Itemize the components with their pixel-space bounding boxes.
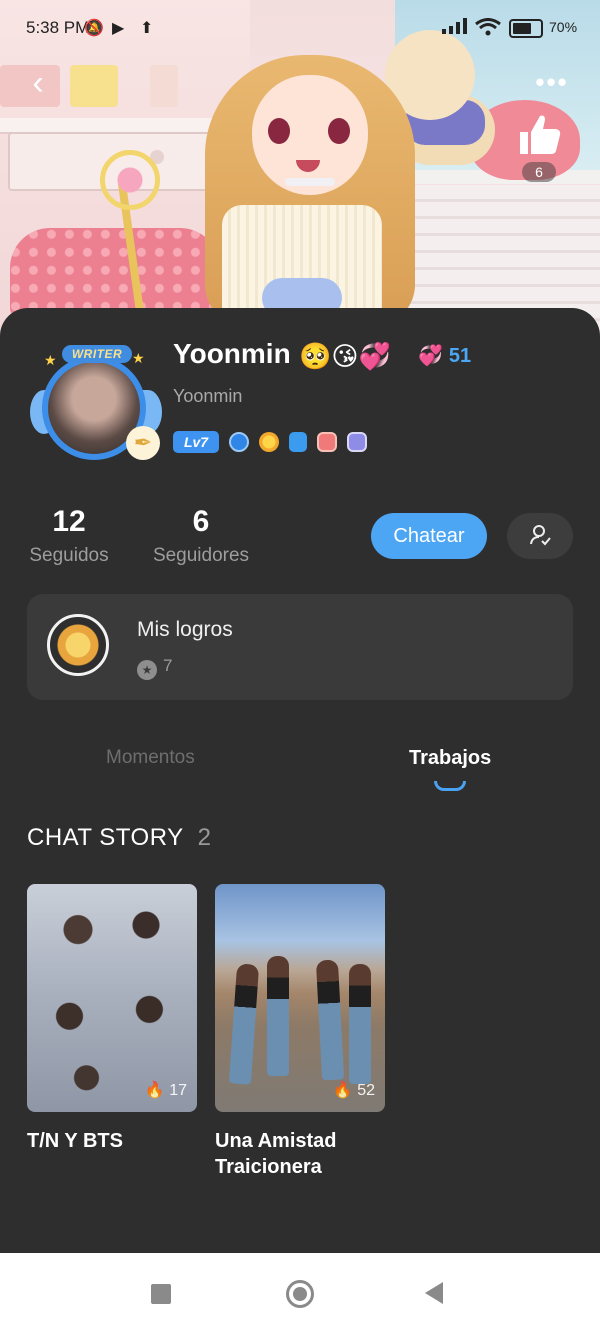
story-figure	[315, 959, 345, 1081]
followers-label: Seguidores	[152, 545, 250, 566]
recent-apps-button[interactable]	[151, 1284, 171, 1304]
character-eye-right	[328, 118, 350, 144]
following-label: Seguidos	[29, 545, 109, 566]
like-button[interactable]	[514, 110, 564, 160]
star-icon: ★	[137, 660, 157, 680]
back-icon: ‹	[32, 64, 44, 102]
hero-stool	[10, 228, 220, 318]
battery-icon	[509, 19, 543, 38]
gem-badge-icon	[317, 432, 337, 452]
pen-icon: ✒	[126, 426, 160, 460]
profile-name: Yoonmin	[173, 338, 291, 369]
story-card-1[interactable]: 🔥 17	[27, 884, 197, 1112]
followers-count: 6	[192, 505, 210, 538]
chat-story-section-title: CHAT STORY 2	[27, 824, 211, 852]
following-count: 12	[52, 505, 86, 538]
hearts-count: 51	[448, 345, 472, 367]
achievements-card[interactable]: Mis logros ★ 7	[27, 594, 573, 700]
like-count: 6	[522, 162, 556, 182]
battery-percent: 70%	[549, 19, 578, 35]
story-views-count-1: 17	[169, 1082, 187, 1099]
section-title-label: CHAT STORY	[27, 824, 184, 851]
followers-stat[interactable]: 6 Seguidores	[150, 505, 252, 567]
story-views-2: 🔥 52	[333, 1080, 375, 1100]
status-bar: 5:38 PM 🔕 ▶ ⬆ 70%	[0, 0, 600, 58]
drop-badge-icon	[229, 432, 249, 452]
story-figure	[267, 956, 289, 1076]
sun-badge-icon	[259, 432, 279, 452]
wifi-icon	[475, 18, 501, 41]
achievements-count-row: ★ 7	[137, 656, 172, 680]
medal-icon	[47, 614, 109, 676]
story-figure	[349, 964, 371, 1084]
follow-user-icon	[530, 525, 551, 546]
level-badge: Lv7	[173, 431, 219, 453]
hearts-counter[interactable]: 💞 51	[418, 343, 471, 368]
character-choker	[285, 178, 335, 186]
flame-icon: 🔥	[144, 1082, 165, 1099]
hearts-icon: 💞	[418, 345, 443, 367]
more-options-button[interactable]: •••	[532, 69, 572, 95]
following-stat[interactable]: 12 Seguidos	[27, 505, 111, 567]
avatar[interactable]: WRITER ★ ★ ✒	[30, 340, 162, 472]
mute-bell-icon: 🔕	[84, 20, 104, 37]
tab-trabajos[interactable]: Trabajos	[409, 747, 491, 770]
upload-icon: ⬆	[140, 20, 154, 37]
flame-icon: 🔥	[332, 1082, 353, 1099]
chat-button[interactable]: Chatear	[371, 513, 487, 559]
badge-row[interactable]: Lv7	[173, 430, 367, 454]
system-nav-bar	[0, 1253, 600, 1333]
star-icon: ★	[132, 350, 145, 366]
section-count: 2	[197, 824, 212, 851]
story-title-2[interactable]: Una Amistad Traicionera	[215, 1128, 365, 1180]
story-title-1[interactable]: T/N Y BTS	[27, 1128, 197, 1154]
story-views-count-2: 52	[357, 1082, 375, 1099]
tab-momentos[interactable]: Momentos	[106, 747, 195, 769]
status-time: 5:38 PM	[26, 18, 90, 37]
profile-name-emojis: 🥺😘💞	[299, 341, 391, 371]
story-figure	[228, 963, 260, 1085]
star-icon: ★	[44, 352, 57, 368]
like-icon	[520, 115, 561, 154]
achievements-title: Mis logros	[137, 618, 233, 641]
active-tab-indicator	[434, 781, 466, 791]
story-views-1: 🔥 17	[145, 1080, 187, 1100]
back-button[interactable]: ‹	[20, 66, 56, 102]
signal-icon	[442, 18, 468, 39]
home-button[interactable]	[286, 1280, 314, 1308]
system-back-button[interactable]	[425, 1282, 443, 1304]
writer-badge: WRITER	[62, 345, 132, 363]
profile-username: Yoonmin	[173, 386, 243, 406]
hero-wand-top	[100, 150, 160, 210]
video-app-icon: ▶	[112, 20, 125, 37]
character-eye-left	[268, 118, 290, 144]
shield-badge-icon	[289, 432, 307, 452]
more-icon: •••	[535, 67, 569, 97]
follow-button[interactable]	[507, 513, 573, 559]
crystal-badge-icon	[347, 432, 367, 452]
story-card-2[interactable]: 🔥 52	[215, 884, 385, 1112]
achievements-count: 7	[163, 656, 173, 675]
